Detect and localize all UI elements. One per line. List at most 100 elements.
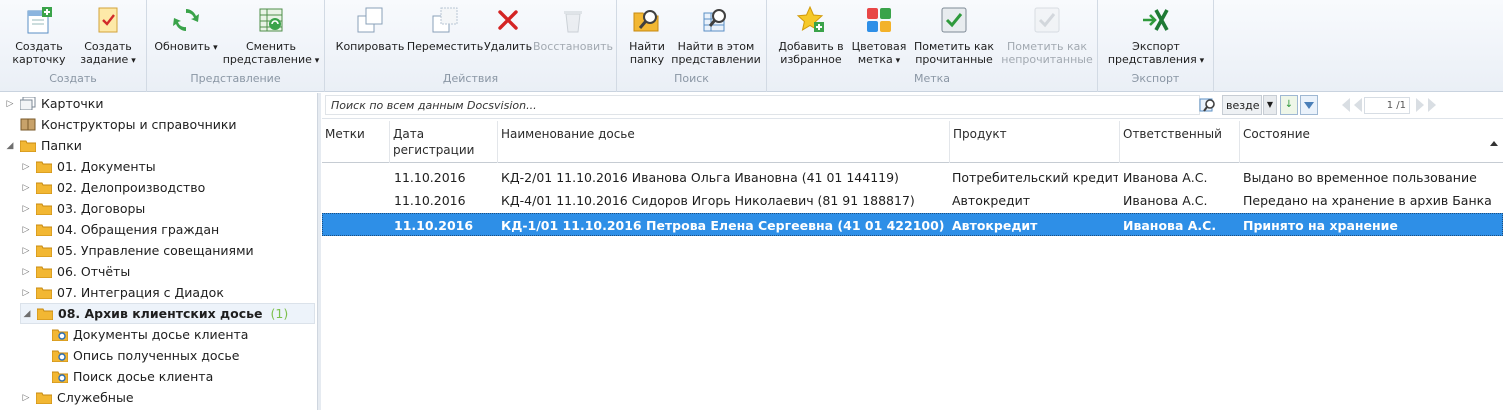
- tree-label-sub1: Документы досье клиента: [73, 327, 249, 342]
- mark-read-button[interactable]: Пометить как прочитанные: [912, 3, 996, 69]
- cell-product: Автокредит: [952, 193, 1031, 208]
- expand-arrow-icon[interactable]: ▷: [20, 246, 32, 256]
- find-folder-icon: [630, 3, 664, 37]
- folder-icon: [36, 203, 52, 215]
- tree-node-sub2[interactable]: Опись полученных досье: [48, 345, 239, 366]
- restore-label: Восстановить: [533, 40, 613, 53]
- expand-arrow-icon[interactable]: ▷: [20, 225, 32, 235]
- expand-arrow-icon[interactable]: ▷: [20, 162, 32, 172]
- column-header-name[interactable]: Наименование досье: [498, 121, 950, 163]
- table-row-selected[interactable]: 11.10.2016 КД-1/01 11.10.2016 Петрова Ел…: [322, 213, 1503, 236]
- table-row[interactable]: 11.10.2016 КД-2/01 11.10.2016 Иванова Ол…: [322, 166, 1503, 189]
- expand-arrow-icon[interactable]: ▷: [20, 183, 32, 193]
- expand-arrow-icon[interactable]: ▷: [20, 393, 32, 403]
- cell-responsible: Иванова А.С.: [1123, 170, 1208, 185]
- change-view-label: Сменить представление: [223, 40, 320, 68]
- restore-button[interactable]: Восстановить: [533, 3, 613, 69]
- tree-node-sub3[interactable]: Поиск досье клиента: [48, 366, 213, 387]
- tree-label-f03: 03. Договоры: [57, 201, 146, 216]
- tree-label-f04: 04. Обращения граждан: [57, 222, 220, 237]
- group-label-export: Экспорт: [1131, 72, 1180, 85]
- search-options-icon[interactable]: [1199, 96, 1217, 114]
- last-page-icon[interactable]: [1428, 98, 1436, 112]
- checkmark-icon: [937, 3, 971, 37]
- tree-node-f05[interactable]: ▷ 05. Управление совещаниями: [20, 240, 254, 261]
- tree-label-f05: 05. Управление совещаниями: [57, 243, 254, 258]
- find-in-view-label: Найти в этом представлении: [671, 40, 761, 66]
- sort-ascending-icon: [1490, 141, 1498, 146]
- search-folder-icon: [52, 371, 68, 383]
- add-favorite-button[interactable]: Добавить в избранное: [775, 3, 847, 69]
- copy-icon: [353, 3, 387, 37]
- mark-read-label: Пометить как прочитанные: [913, 40, 995, 66]
- group-label-mark: Метка: [913, 72, 951, 85]
- tree-node-f01[interactable]: ▷ 01. Документы: [20, 156, 156, 177]
- export-view-button[interactable]: Экспорт представления: [1108, 3, 1204, 69]
- collapse-arrow-icon[interactable]: ◢: [4, 141, 16, 151]
- expand-filter-icon[interactable]: [1300, 95, 1318, 115]
- tree-node-f04[interactable]: ▷ 04. Обращения граждан: [20, 219, 220, 240]
- ribbon-group-mark: Добавить в избранное Цветовая метка Поме…: [767, 0, 1098, 92]
- refresh-button[interactable]: Обновить: [154, 3, 217, 69]
- filter-down-icon[interactable]: ↓: [1280, 95, 1298, 115]
- change-view-button[interactable]: Сменить представление: [223, 3, 320, 69]
- create-card-button[interactable]: Создать карточку: [8, 3, 70, 69]
- group-label-create: Создать: [49, 72, 97, 85]
- next-page-icon[interactable]: [1416, 98, 1424, 112]
- column-header-date[interactable]: Дата регистрации: [390, 121, 498, 163]
- folder-icon: [36, 266, 52, 278]
- tree-node-f03[interactable]: ▷ 03. Договоры: [20, 198, 146, 219]
- tree-label-folders: Папки: [41, 138, 82, 153]
- folder-icon: [36, 245, 52, 257]
- pane-splitter[interactable]: [317, 93, 321, 410]
- find-folder-button[interactable]: Найти папку: [625, 3, 669, 69]
- color-mark-label: Цветовая метка: [852, 40, 907, 68]
- create-card-label: Создать карточку: [12, 40, 66, 66]
- expand-arrow-icon[interactable]: ▷: [20, 267, 32, 277]
- delete-label: Удалить: [483, 40, 533, 53]
- ribbon-group-create: Создать карточку Создать задание Создать: [0, 0, 147, 92]
- scope-dropdown-icon[interactable]: ▼: [1263, 95, 1277, 115]
- column-header-marks[interactable]: Метки: [322, 121, 390, 163]
- folder-icon: [36, 161, 52, 173]
- mark-unread-label: Пометить как непрочитанные: [1001, 40, 1093, 66]
- folders-icon: [20, 140, 36, 152]
- expand-arrow-icon[interactable]: ▷: [20, 204, 32, 214]
- column-header-state[interactable]: Состояние: [1240, 121, 1503, 163]
- expand-arrow-icon[interactable]: ▷: [20, 288, 32, 298]
- cell-product: Автокредит: [952, 218, 1038, 233]
- column-header-product[interactable]: Продукт: [950, 121, 1120, 163]
- prev-page-icon[interactable]: [1354, 98, 1362, 112]
- new-task-icon: [91, 3, 125, 37]
- delete-button[interactable]: Удалить: [483, 3, 533, 69]
- find-in-view-button[interactable]: Найти в этом представлении: [671, 3, 761, 69]
- grid-header: Метки Дата регистрации Наименование дось…: [322, 121, 1503, 163]
- tree-node-f08-selected[interactable]: ◢ 08. Архив клиентских досье (1): [20, 303, 315, 324]
- first-page-icon[interactable]: [1342, 98, 1350, 112]
- tree-label-f07: 07. Интеграция с Диадок: [57, 285, 224, 300]
- tree-node-cards[interactable]: ▷ Карточки: [4, 93, 104, 114]
- create-task-button[interactable]: Создать задание: [78, 3, 138, 69]
- color-mark-button[interactable]: Цветовая метка: [849, 3, 909, 69]
- tree-node-f06[interactable]: ▷ 06. Отчёты: [20, 261, 131, 282]
- table-row[interactable]: 11.10.2016 КД-4/01 11.10.2016 Сидоров Иг…: [322, 189, 1503, 212]
- page-indicator[interactable]: 1 /1: [1364, 96, 1410, 114]
- expand-arrow-icon[interactable]: ▷: [4, 99, 16, 109]
- column-header-responsible[interactable]: Ответственный: [1120, 121, 1240, 163]
- tree-node-f02[interactable]: ▷ 02. Делопроизводство: [20, 177, 206, 198]
- search-scope-select[interactable]: везде: [1222, 95, 1262, 115]
- collapse-arrow-icon[interactable]: ◢: [21, 309, 33, 319]
- copy-button[interactable]: Копировать: [335, 3, 405, 69]
- move-button[interactable]: Переместить: [407, 3, 483, 69]
- find-folder-label: Найти папку: [629, 40, 665, 66]
- tree-node-sub1[interactable]: Документы досье клиента: [48, 324, 248, 345]
- tree-node-folders[interactable]: ◢ Папки: [4, 135, 82, 156]
- ribbon-group-search: Найти папку Найти в этом представлении П…: [617, 0, 767, 92]
- tree-node-constructors[interactable]: Конструкторы и справочники: [4, 114, 237, 135]
- tree-node-service[interactable]: ▷ Служебные: [20, 387, 134, 408]
- tree-node-f07[interactable]: ▷ 07. Интеграция с Диадок: [20, 282, 224, 303]
- search-input[interactable]: Поиск по всем данным Docsvision...: [325, 95, 1200, 115]
- mark-unread-button[interactable]: Пометить как непрочитанные: [1001, 3, 1093, 69]
- refresh-icon: [169, 3, 203, 37]
- add-favorite-label: Добавить в избранное: [778, 40, 844, 66]
